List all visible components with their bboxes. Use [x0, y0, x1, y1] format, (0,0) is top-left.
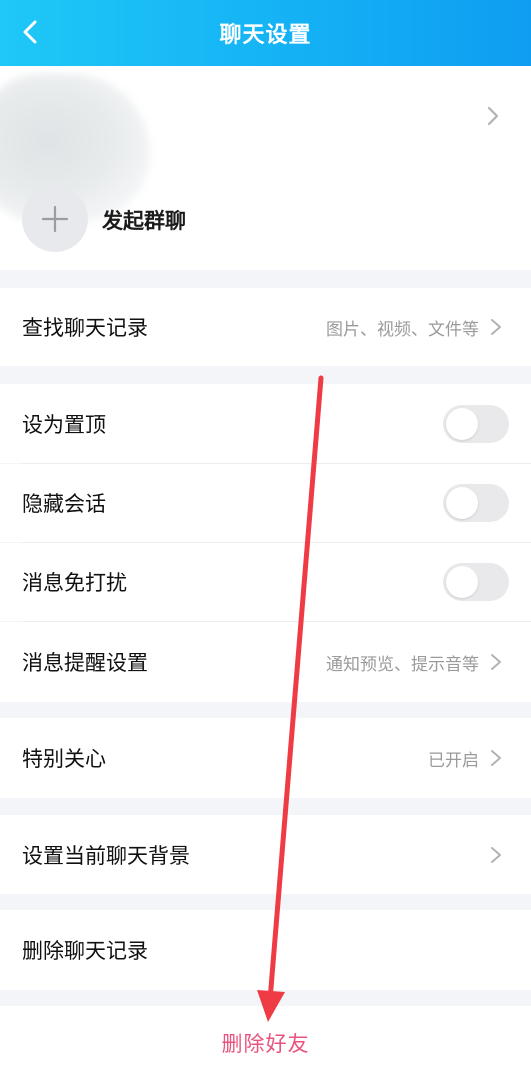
special-care-row[interactable]: 特别关心 已开启 [0, 718, 531, 798]
pin-to-top-label: 设为置顶 [22, 412, 106, 437]
page-title: 聊天设置 [219, 23, 312, 48]
chevron-right-icon [491, 846, 501, 863]
hide-conversation-toggle[interactable] [443, 484, 509, 522]
chevron-right-icon [491, 654, 501, 670]
back-button[interactable] [22, 12, 62, 52]
hide-conversation-label: 隐藏会话 [22, 492, 106, 516]
special-care-status: 已开启 [428, 750, 479, 771]
delete-chat-history-label: 删除聊天记录 [22, 939, 148, 963]
notification-settings-label: 消息提醒设置 [22, 651, 148, 675]
start-group-chat-label[interactable]: 发起群聊 [102, 205, 186, 235]
start-group-chat-button[interactable] [22, 186, 88, 252]
top-bar: 聊天设置 [0, 0, 531, 66]
search-chat-history-label: 查找聊天记录 [22, 316, 148, 340]
chat-background-row[interactable]: 设置当前聊天背景 [0, 815, 531, 894]
chevron-right-icon [491, 750, 501, 766]
notification-settings-row[interactable]: 消息提醒设置 通知预览、提示音等 [0, 622, 531, 702]
pin-to-top-row: 设为置顶 [0, 384, 531, 463]
delete-friend-label: 删除好友 [221, 1032, 310, 1056]
do-not-disturb-toggle[interactable] [443, 563, 509, 601]
search-chat-history-hint: 图片、视频、文件等 [326, 319, 479, 340]
delete-friend-button[interactable]: 删除好友 [0, 1006, 531, 1080]
search-chat-history-row[interactable]: 查找聊天记录 图片、视频、文件等 [0, 288, 531, 366]
special-care-label: 特别关心 [22, 747, 106, 771]
plus-icon [41, 205, 69, 233]
hide-conversation-row: 隐藏会话 [0, 464, 531, 542]
chat-background-label: 设置当前聊天背景 [22, 843, 190, 868]
chevron-left-icon [23, 20, 37, 44]
do-not-disturb-row: 消息免打扰 [0, 543, 531, 621]
delete-chat-history-row[interactable]: 删除聊天记录 [0, 910, 531, 990]
profile-card: 发起群聊 [0, 66, 531, 270]
notification-settings-hint: 通知预览、提示音等 [326, 654, 479, 675]
pin-to-top-toggle[interactable] [443, 404, 509, 443]
chevron-right-icon [491, 319, 501, 335]
chevron-right-icon[interactable] [483, 104, 503, 128]
do-not-disturb-label: 消息免打扰 [22, 571, 127, 595]
